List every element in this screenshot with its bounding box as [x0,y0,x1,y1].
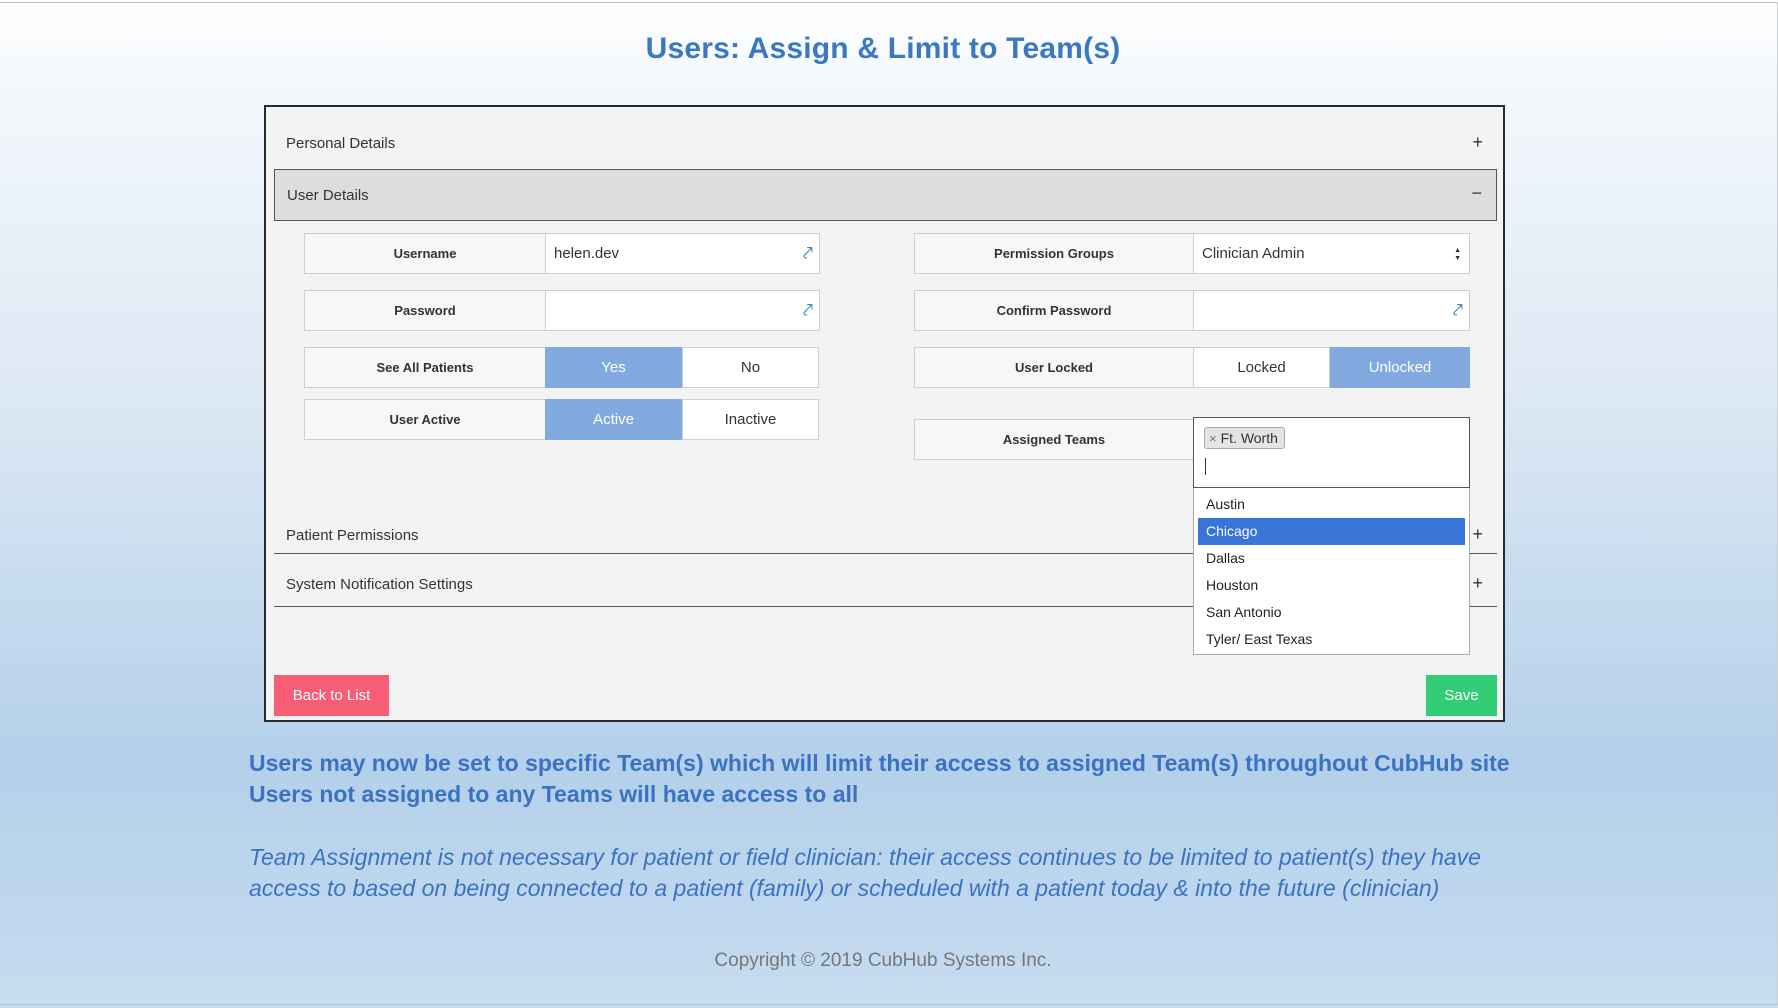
confirm-password-field[interactable]: ⤤ [1193,290,1470,331]
unlocked-button[interactable]: Unlocked [1330,347,1470,388]
expand-icon[interactable]: + [1472,524,1483,545]
user-locked-label: User Locked [914,347,1194,388]
section-label: System Notification Settings [286,576,473,593]
team-option-houston[interactable]: Houston [1198,572,1465,599]
confirm-password-label: Confirm Password [914,290,1194,331]
user-inactive-button[interactable]: Inactive [682,399,819,440]
section-user-details[interactable]: User Details − [274,169,1497,221]
back-to-list-button[interactable]: Back to List [274,675,389,716]
feature-caveat-line-2: access to based on being connected to a … [249,875,1440,901]
section-label: Patient Permissions [286,527,419,544]
user-edit-panel: Personal Details + User Details − Userna… [264,105,1505,722]
bottom-rule [0,1004,1778,1005]
permission-groups-label: Permission Groups [914,233,1194,274]
locked-button[interactable]: Locked [1193,347,1330,388]
team-option-dallas[interactable]: Dallas [1198,545,1465,572]
copyright: Copyright © 2019 CubHub Systems Inc. [714,950,1052,971]
team-option-austin[interactable]: Austin [1198,491,1465,518]
assigned-teams-multiselect[interactable]: × Ft. Worth [1193,417,1470,488]
feature-caveat-line-1: Team Assignment is not necessary for pat… [249,844,1481,870]
team-option-san-antonio[interactable]: San Antonio [1198,599,1465,626]
section-label: Personal Details [286,135,396,152]
team-chip: × Ft. Worth [1204,427,1285,449]
username-field[interactable]: helen.dev ⤤ [545,233,820,274]
select-arrows-icon: ▲ ▼ [1454,247,1461,262]
expand-icon[interactable]: + [1472,573,1483,594]
section-personal-details[interactable]: Personal Details + [274,117,1497,169]
team-option-tyler-east-texas[interactable]: Tyler/ East Texas [1198,626,1465,653]
key-icon[interactable]: ⤤ [1453,291,1463,330]
feature-note-line-1: Users may now be set to specific Team(s)… [249,750,1510,776]
key-icon[interactable]: ⤤ [803,291,813,330]
remove-chip-icon[interactable]: × [1209,431,1217,446]
permission-groups-select[interactable]: Clinician Admin ▲ ▼ [1193,233,1470,274]
feature-caveat: Team Assignment is not necessary for pat… [249,842,1569,904]
section-label: User Details [287,187,369,204]
permission-groups-value: Clinician Admin [1202,245,1305,262]
key-icon[interactable]: ⤤ [803,234,813,273]
feature-note: Users may now be set to specific Team(s)… [249,748,1549,810]
text-cursor[interactable] [1205,458,1206,475]
save-button[interactable]: Save [1426,675,1497,716]
assigned-teams-dropdown: Austin Chicago Dallas Houston San Antoni… [1193,488,1470,655]
collapse-icon[interactable]: − [1471,183,1482,204]
expand-icon[interactable]: + [1472,132,1483,153]
slide-title: Users: Assign & Limit to Team(s) [645,32,1121,65]
see-all-patients-label: See All Patients [304,347,546,388]
team-option-chicago[interactable]: Chicago [1198,518,1465,545]
user-active-label: User Active [304,399,546,440]
password-field[interactable]: ⤤ [545,290,820,331]
assigned-teams-label: Assigned Teams [914,419,1194,460]
username-label: Username [304,233,546,274]
feature-note-line-2: Users not assigned to any Teams will hav… [249,781,859,807]
user-active-button[interactable]: Active [545,399,682,440]
username-value: helen.dev [554,245,620,262]
see-all-patients-yes-button[interactable]: Yes [545,347,682,388]
team-chip-label: Ft. Worth [1220,430,1278,446]
see-all-patients-no-button[interactable]: No [682,347,819,388]
password-label: Password [304,290,546,331]
top-rule [0,2,1778,3]
